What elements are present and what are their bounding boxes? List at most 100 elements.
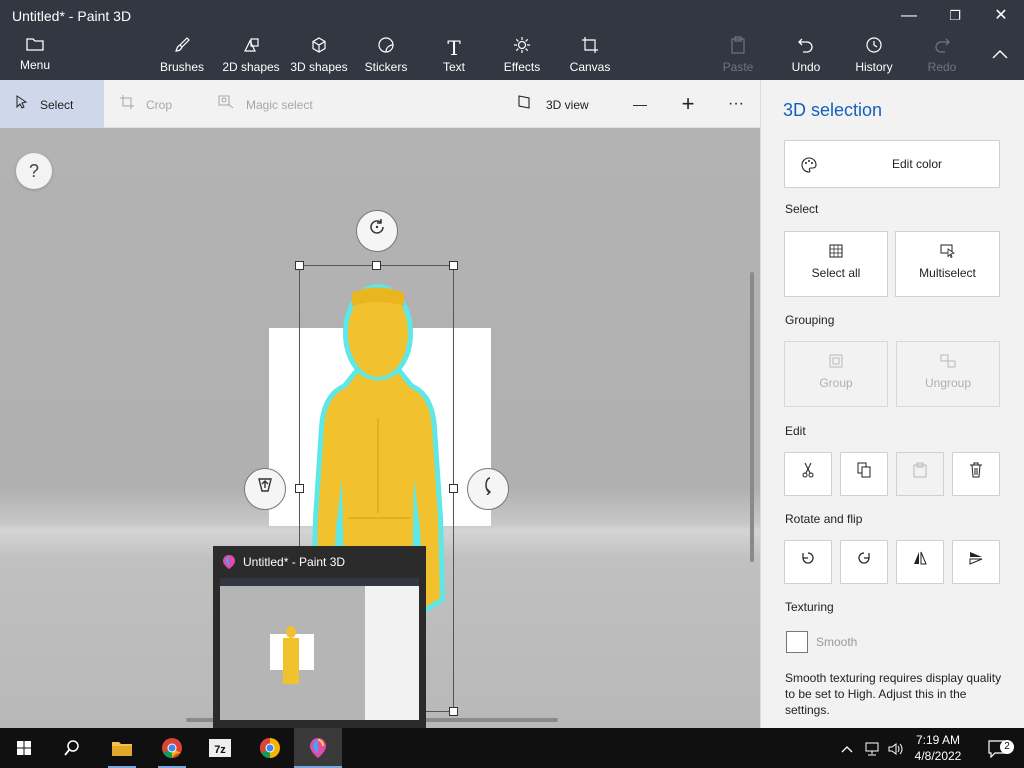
rotate-y-control[interactable]: [467, 468, 509, 510]
rotate-right-button[interactable]: [840, 540, 888, 584]
help-button[interactable]: ?: [16, 153, 52, 189]
group-button[interactable]: Group: [784, 341, 888, 407]
redo-button[interactable]: Redo: [924, 32, 960, 80]
start-button[interactable]: [0, 728, 48, 768]
flip-horizontal-button[interactable]: [896, 540, 944, 584]
resize-handle-left[interactable]: [295, 484, 304, 493]
taskbar-window-preview[interactable]: Untitled* - Paint 3D: [213, 546, 426, 728]
canvas-tab[interactable]: Canvas: [568, 32, 612, 80]
texturing-section-label: Texturing: [785, 600, 834, 614]
search-icon: [63, 739, 81, 756]
resize-handle-right[interactable]: [449, 484, 458, 493]
ungroup-button[interactable]: Ungroup: [896, 341, 1000, 407]
copy-icon: [857, 462, 871, 482]
effects-tab[interactable]: Effects: [500, 32, 544, 80]
paste-icon: [718, 36, 758, 60]
crop-tool[interactable]: Crop: [120, 80, 190, 128]
file-explorer-button[interactable]: [98, 728, 146, 768]
3d-selection-panel: 3D selection Edit color Select Select al…: [760, 80, 1024, 728]
search-button[interactable]: [48, 728, 96, 768]
2d-shapes-label: 2D shapes: [222, 60, 280, 74]
zoom-in-button[interactable]: +: [676, 80, 700, 128]
close-button[interactable]: ✕: [978, 0, 1024, 32]
select-label: Select: [40, 98, 74, 112]
network-icon: [864, 741, 880, 756]
resize-handle-bottom-right[interactable]: [449, 707, 458, 716]
brushes-tab[interactable]: Brushes: [158, 32, 206, 80]
push-back-control[interactable]: [244, 468, 286, 510]
group-label: Group: [819, 376, 853, 390]
3d-shapes-tab[interactable]: 3D shapes: [288, 32, 350, 80]
brush-icon: [158, 36, 206, 60]
resize-handle-top[interactable]: [372, 261, 381, 270]
preview-image: [220, 578, 419, 720]
smooth-texturing-note: Smooth texturing requires display qualit…: [785, 671, 1002, 717]
ribbon: Menu Brushes 2D shapes 3D shapes Sticker…: [0, 32, 1024, 80]
flip-vertical-button[interactable]: [952, 540, 1000, 584]
show-hidden-icons-button[interactable]: [836, 728, 858, 768]
delete-button[interactable]: [952, 452, 1000, 496]
menu-button[interactable]: Menu: [12, 32, 58, 80]
brushes-label: Brushes: [159, 60, 205, 74]
group-icon: [785, 354, 887, 372]
undo-button[interactable]: Undo: [786, 32, 826, 80]
chrome-button[interactable]: [148, 728, 196, 768]
edit-color-button[interactable]: Edit color: [784, 140, 1000, 188]
magic-select-icon: [218, 80, 234, 128]
chrome-alt-button[interactable]: [246, 728, 294, 768]
paste-button[interactable]: Paste: [718, 32, 758, 80]
collapse-ribbon-button[interactable]: [980, 32, 1020, 80]
rotate-z-control[interactable]: [356, 210, 398, 252]
undo-label: Undo: [791, 60, 821, 74]
cut-button[interactable]: [784, 452, 832, 496]
action-center-button[interactable]: 2: [978, 728, 1018, 768]
magic-select-label: Magic select: [246, 98, 313, 112]
select-tool[interactable]: Select: [0, 80, 104, 128]
network-button[interactable]: [860, 728, 884, 768]
minimize-button[interactable]: —: [886, 0, 932, 32]
multiselect-label: Multiselect: [919, 266, 976, 280]
clock[interactable]: 7:19 AM 4/8/2022: [910, 728, 966, 768]
paste-icon: [913, 462, 927, 482]
paint3d-taskbar-button[interactable]: [294, 728, 342, 768]
rotate-icon: [367, 219, 387, 241]
file-explorer-icon: [111, 739, 133, 756]
vertical-scrollbar[interactable]: [750, 272, 754, 562]
chrome-icon: [161, 737, 183, 758]
zoom-out-button[interactable]: —: [628, 80, 652, 128]
maximize-button[interactable]: ❐: [932, 0, 978, 32]
volume-button[interactable]: [884, 728, 908, 768]
7zip-icon: 7z: [208, 738, 232, 757]
text-icon: T: [447, 36, 461, 60]
rotate-left-button[interactable]: [784, 540, 832, 584]
7zip-button[interactable]: 7z: [196, 728, 244, 768]
multiselect-button[interactable]: Multiselect: [895, 231, 1000, 297]
canvas-icon: [568, 36, 612, 60]
folder-icon: [12, 36, 58, 60]
resize-handle-top-left[interactable]: [295, 261, 304, 270]
3d-view-toggle[interactable]: 3D view: [518, 80, 608, 128]
chrome-alt-icon: [259, 737, 281, 758]
copy-button[interactable]: [840, 452, 888, 496]
paste-panel-button[interactable]: [896, 452, 944, 496]
panel-title: 3D selection: [783, 100, 883, 120]
2d-shapes-tab[interactable]: 2D shapes: [220, 32, 282, 80]
crop-icon: [120, 80, 134, 128]
paint3d-icon: [222, 554, 236, 570]
clock-date: 4/8/2022: [914, 749, 962, 763]
smooth-checkbox[interactable]: [786, 631, 808, 653]
more-options-button[interactable]: ···: [722, 80, 750, 128]
speaker-icon: [888, 741, 904, 755]
cursor-icon: [16, 80, 28, 128]
3d-view-label: 3D view: [546, 98, 589, 112]
palette-icon: [801, 141, 817, 187]
resize-handle-top-right[interactable]: [449, 261, 458, 270]
text-tab[interactable]: T Text: [436, 32, 472, 80]
stickers-tab[interactable]: Stickers: [362, 32, 410, 80]
select-all-button[interactable]: Select all: [784, 231, 888, 297]
redo-icon: [924, 36, 960, 60]
svg-text:7z: 7z: [214, 744, 226, 756]
history-button[interactable]: History: [850, 32, 898, 80]
rotate-right-icon: [856, 552, 872, 570]
magic-select-tool[interactable]: Magic select: [218, 80, 328, 128]
